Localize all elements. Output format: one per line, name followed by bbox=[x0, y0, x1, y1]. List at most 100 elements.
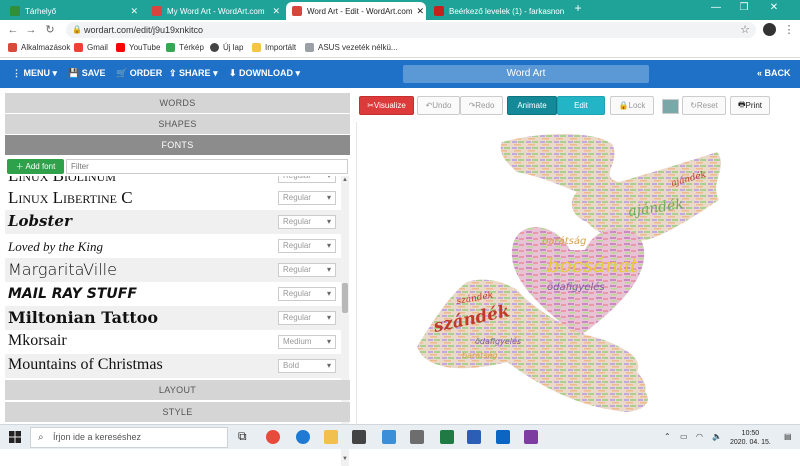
close-tab-icon[interactable]: ✕ bbox=[268, 6, 280, 17]
word-art-canvas[interactable]: bocsánat szándék barátság ajándék ödafig… bbox=[356, 122, 800, 424]
browser-tab-1[interactable]: Tárhelyő ✕ bbox=[4, 2, 144, 20]
close-window-icon[interactable]: ✕ bbox=[764, 2, 784, 13]
font-row[interactable]: Lobster Regular bbox=[5, 210, 341, 234]
font-row[interactable]: Mkorsair Medium bbox=[5, 330, 341, 354]
word-bocsanat: bocsánat bbox=[547, 253, 639, 277]
wifi-icon[interactable]: ◠ bbox=[696, 432, 703, 441]
battery-icon[interactable]: ▭ bbox=[680, 432, 688, 441]
font-style-select[interactable]: Regular bbox=[278, 311, 336, 325]
browser-tab-4[interactable]: Beérkező levelek (1) - farkasnon ✕ bbox=[428, 2, 564, 20]
word-icon[interactable] bbox=[467, 430, 481, 444]
font-name: Loved by the King bbox=[8, 239, 103, 254]
section-shapes[interactable]: SHAPES bbox=[5, 114, 350, 134]
tab-favicon-icon bbox=[292, 6, 302, 16]
url-text: wordart.com/edit/j9u19xnkitco bbox=[84, 25, 204, 35]
scroll-up-icon[interactable]: ▲ bbox=[341, 177, 349, 183]
volume-icon[interactable]: 🔈 bbox=[712, 432, 722, 441]
font-row[interactable]: Linux Libertine C Regular bbox=[5, 186, 341, 210]
bookmark-star-icon[interactable]: ☆ bbox=[738, 23, 752, 37]
back-button[interactable]: « BACK bbox=[757, 68, 791, 78]
font-row[interactable]: MargaritaVille Regular bbox=[5, 258, 341, 282]
add-font-button[interactable]: ＋ Add font bbox=[7, 159, 64, 174]
section-fonts[interactable]: FONTS bbox=[5, 135, 350, 155]
font-list-scrollbar[interactable]: ▲ ▼ bbox=[341, 176, 349, 466]
document-title-field[interactable]: Word Art bbox=[403, 65, 649, 83]
bookmark-youtube[interactable]: YouTube bbox=[116, 43, 160, 52]
font-row[interactable]: Mountains of Christmas Bold bbox=[5, 354, 341, 378]
restore-icon[interactable]: ❐ bbox=[734, 2, 754, 13]
close-tab-icon[interactable]: ✕ bbox=[126, 6, 138, 17]
redo-button[interactable]: ↷ Redo bbox=[460, 96, 503, 115]
taskbar-clock[interactable]: 10:50 2020. 04. 15. bbox=[730, 429, 771, 447]
share-button[interactable]: ⇪ SHARE ▾ bbox=[169, 68, 218, 79]
section-layout[interactable]: LAYOUT bbox=[5, 380, 350, 400]
bookmark-gmail[interactable]: Gmail bbox=[74, 43, 108, 52]
animate-button[interactable]: Animate bbox=[507, 96, 557, 115]
reload-icon[interactable]: ↻ bbox=[43, 23, 57, 37]
font-style-select[interactable]: Regular bbox=[278, 239, 336, 253]
font-style-select[interactable]: Medium bbox=[278, 335, 336, 349]
undo-button[interactable]: ↶ Undo bbox=[417, 96, 460, 115]
save-app-icon[interactable] bbox=[524, 430, 538, 444]
profile-avatar[interactable] bbox=[763, 23, 776, 36]
print-button[interactable]: 🖶 Print bbox=[730, 96, 770, 115]
notifications-icon[interactable]: ▤ bbox=[784, 432, 792, 441]
edge-icon[interactable] bbox=[296, 430, 310, 444]
lock-icon: 🔒 bbox=[72, 25, 82, 34]
browser-tab-3[interactable]: Word Art - Edit - WordArt.com ✕ bbox=[286, 2, 426, 20]
new-tab-button[interactable]: + bbox=[568, 1, 588, 15]
youtube-icon bbox=[116, 43, 125, 52]
edit-button[interactable]: Edit bbox=[557, 96, 605, 115]
camera-icon[interactable] bbox=[410, 430, 424, 444]
font-style-select[interactable]: Regular bbox=[278, 176, 336, 183]
font-row[interactable]: Loved by the King Regular bbox=[5, 234, 341, 258]
font-style-select[interactable]: Regular bbox=[278, 191, 336, 205]
windows-start-icon[interactable] bbox=[9, 431, 21, 443]
more-menu-icon[interactable]: ⋮ bbox=[782, 23, 796, 37]
scroll-thumb[interactable] bbox=[342, 283, 348, 313]
chrome-icon[interactable] bbox=[266, 430, 280, 444]
tray-chevron-icon[interactable]: ⌃ bbox=[664, 432, 671, 441]
section-words[interactable]: WORDS bbox=[5, 93, 350, 113]
taskbar-search-input[interactable]: ⌕ Írjon ide a kereséshez bbox=[30, 427, 228, 448]
minimize-icon[interactable]: — bbox=[706, 2, 726, 13]
font-row[interactable]: Miltonian Tattoo Regular bbox=[5, 306, 341, 330]
font-style-select[interactable]: Bold bbox=[278, 359, 336, 373]
forward-arrow-icon[interactable]: → bbox=[24, 23, 38, 37]
file-explorer-icon[interactable] bbox=[324, 430, 338, 444]
font-style-select[interactable]: Regular bbox=[278, 287, 336, 301]
reset-button[interactable]: ↻ Reset bbox=[682, 96, 726, 115]
lock-button[interactable]: 🔒 Lock bbox=[610, 96, 654, 115]
font-row[interactable]: MAIL RAY STUFF Regular bbox=[5, 282, 341, 306]
word-odafigyeles-small: ödafigyelés bbox=[475, 336, 521, 346]
font-style-select[interactable]: Regular bbox=[278, 215, 336, 229]
search-icon: ⌕ bbox=[38, 432, 44, 443]
bookmark-new-tab[interactable]: Új lap bbox=[210, 43, 243, 52]
excel-icon[interactable] bbox=[440, 430, 454, 444]
menu-button[interactable]: ⋮ MENU ▾ bbox=[12, 68, 57, 79]
browser-tab-2[interactable]: My Word Art - WordArt.com ✕ bbox=[146, 2, 286, 20]
order-button[interactable]: 🛒 ORDER bbox=[116, 68, 162, 79]
font-list: Linux Biolinum Regular Linux Libertine C… bbox=[5, 176, 350, 466]
font-style-select[interactable]: Regular bbox=[278, 263, 336, 277]
font-name: Mkorsair bbox=[8, 332, 67, 349]
back-arrow-icon[interactable]: ← bbox=[6, 23, 20, 37]
bookmark-imported[interactable]: Importált bbox=[252, 43, 296, 52]
page-icon bbox=[305, 43, 314, 52]
bookmark-asus[interactable]: ASUS vezeték nélkü... bbox=[305, 43, 398, 52]
bookmark-apps[interactable]: Alkalmazások bbox=[8, 43, 70, 52]
font-filter-input[interactable] bbox=[66, 159, 348, 174]
scroll-down-icon[interactable]: ▼ bbox=[341, 456, 349, 462]
bookmark-maps[interactable]: Térkép bbox=[166, 43, 204, 52]
download-button[interactable]: ⬇ DOWNLOAD ▾ bbox=[229, 68, 300, 79]
task-view-icon[interactable]: ⧉ bbox=[238, 429, 252, 443]
store-icon[interactable] bbox=[352, 430, 366, 444]
mail-icon[interactable] bbox=[382, 430, 396, 444]
outlook-icon[interactable] bbox=[496, 430, 510, 444]
color-swatch-button[interactable] bbox=[662, 99, 679, 114]
url-input[interactable]: 🔒 wordart.com/edit/j9u19xnkitco bbox=[66, 22, 756, 38]
save-button[interactable]: 💾 SAVE bbox=[68, 68, 106, 79]
visualize-button[interactable]: ✂ Visualize bbox=[359, 96, 414, 115]
close-tab-icon[interactable]: ✕ bbox=[413, 6, 425, 17]
section-style[interactable]: STYLE bbox=[5, 402, 350, 422]
